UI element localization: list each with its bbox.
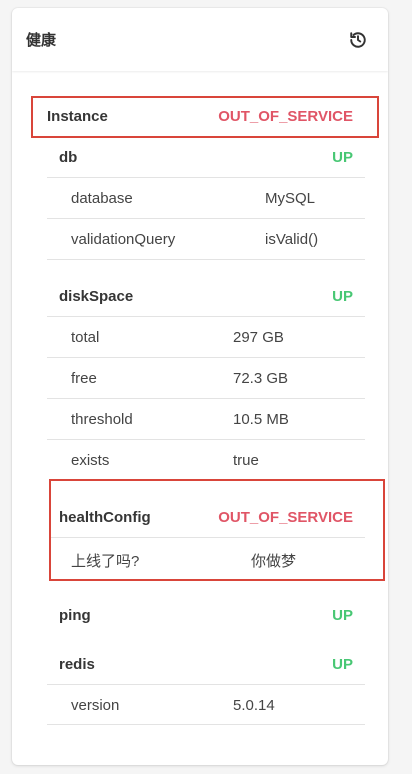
- db-status: UP: [332, 149, 353, 166]
- redis-status: UP: [332, 656, 353, 673]
- divider: [47, 684, 365, 685]
- ping-status: UP: [332, 607, 353, 624]
- divider: [51, 537, 365, 538]
- diskspace-row-exists-key: exists: [71, 452, 110, 469]
- diskspace-row-threshold-key: threshold: [71, 411, 133, 428]
- db-row-validation-key: validationQuery: [71, 231, 176, 248]
- healthconfig-label: healthConfig: [59, 509, 151, 526]
- divider: [47, 398, 365, 399]
- instance-status: OUT_OF_SERVICE: [218, 108, 353, 125]
- redis-row-version-key: version: [71, 697, 120, 714]
- card-title: 健康: [26, 32, 57, 49]
- instance-label: Instance: [47, 108, 108, 125]
- divider: [47, 218, 365, 219]
- redis-row-version-value: 5.0.14: [233, 697, 275, 714]
- healthconfig-status: OUT_OF_SERVICE: [218, 509, 353, 526]
- db-row-database-key: database: [71, 190, 133, 207]
- divider: [47, 724, 365, 725]
- db-label: db: [59, 149, 78, 166]
- diskspace-row-free-key: free: [71, 370, 97, 387]
- diskspace-status: UP: [332, 288, 353, 305]
- diskspace-row-exists-value: true: [233, 452, 259, 469]
- divider: [47, 177, 365, 178]
- divider: [47, 357, 365, 358]
- diskspace-row-total-value: 297 GB: [233, 329, 284, 346]
- divider: [47, 259, 365, 260]
- healthconfig-row-value: 你做梦: [251, 553, 297, 570]
- healthconfig-row-key: 上线了吗?: [71, 553, 140, 570]
- db-row-validation-value: isValid(): [265, 231, 319, 248]
- divider: [47, 316, 365, 317]
- history-icon[interactable]: [348, 30, 368, 50]
- ping-label: ping: [59, 607, 91, 624]
- card-header: 健康: [12, 8, 388, 71]
- db-row-database-value: MySQL: [265, 190, 316, 207]
- redis-label: redis: [59, 656, 95, 673]
- diskspace-row-threshold-value: 10.5 MB: [233, 411, 289, 428]
- divider: [47, 439, 365, 440]
- diskspace-row-free-value: 72.3 GB: [233, 370, 289, 387]
- diskspace-label: diskSpace: [59, 288, 134, 305]
- diskspace-row-total-key: total: [71, 329, 100, 346]
